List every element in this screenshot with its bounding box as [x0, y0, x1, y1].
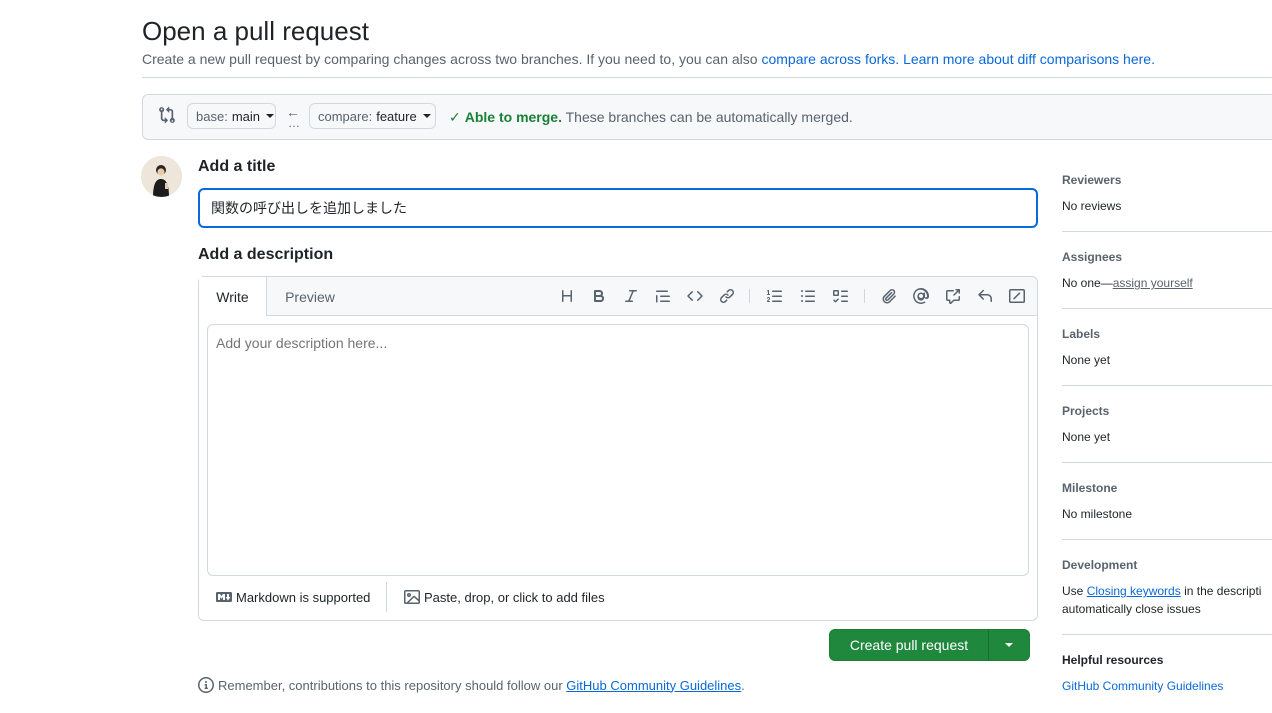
quote-icon[interactable]: [653, 286, 673, 306]
title-label: Add a title: [198, 158, 276, 175]
ellipsis-icon[interactable]: …: [288, 116, 301, 130]
chevron-down-icon: [1005, 643, 1013, 647]
tab-preview[interactable]: Preview: [270, 277, 350, 316]
development-line1: Use Closing keywords in the descripti: [1062, 584, 1261, 598]
cross-reference-icon[interactable]: [943, 286, 963, 306]
attach-files-button[interactable]: Paste, drop, or click to add files: [404, 589, 605, 605]
development-line2: automatically close issues: [1062, 602, 1201, 616]
milestone-value: No milestone: [1062, 507, 1133, 521]
labels-heading[interactable]: Labels: [1062, 327, 1100, 341]
attachment-icon[interactable]: [879, 286, 899, 306]
helpful-resources-list: GitHub Community Guidelines: [1062, 679, 1223, 693]
closing-keywords-link[interactable]: Closing keywords: [1087, 584, 1181, 598]
assignees-none: No one—: [1062, 276, 1113, 290]
reviewers-heading[interactable]: Reviewers: [1062, 173, 1121, 187]
task-list-icon[interactable]: [830, 286, 850, 306]
learn-more-link[interactable]: Learn more about diff comparisons here.: [903, 51, 1155, 67]
description-label: Add a description: [198, 246, 334, 263]
merge-detail-text: These branches can be automatically merg…: [565, 109, 853, 125]
code-icon[interactable]: [685, 286, 705, 306]
ordered-list-icon[interactable]: [765, 286, 785, 306]
compare-branch-select[interactable]: compare: feature: [309, 103, 436, 129]
italic-icon[interactable]: [621, 286, 641, 306]
base-branch-select[interactable]: base: main: [187, 103, 276, 129]
image-icon: [404, 590, 420, 604]
markdown-note: Markdown is supported: [236, 589, 371, 605]
compare-prefix: compare:: [318, 108, 373, 124]
projects-value: None yet: [1062, 430, 1111, 444]
sidebar-divider: [1062, 231, 1272, 232]
git-compare-icon: [158, 106, 176, 124]
merge-status: ✓ Able to merge. These branches can be au…: [449, 107, 853, 127]
saved-reply-icon[interactable]: [975, 286, 995, 306]
assignees-heading[interactable]: Assignees: [1062, 250, 1122, 264]
base-ref: main: [231, 108, 260, 124]
chevron-down-icon: [422, 114, 431, 118]
link-icon[interactable]: [717, 286, 737, 306]
avatar: [141, 156, 182, 197]
heading-icon[interactable]: [557, 286, 577, 306]
description-textarea[interactable]: [207, 324, 1029, 576]
sidebar-divider: [1062, 385, 1272, 386]
development-prefix: Use: [1062, 584, 1084, 598]
base-prefix: base:: [196, 108, 228, 124]
guidelines-prefix: Remember, contributions to this reposito…: [218, 677, 563, 693]
sidebar-divider: [1062, 308, 1272, 309]
development-suffix: in the descripti: [1184, 584, 1262, 598]
subtitle-text: Create a new pull request by comparing c…: [142, 51, 758, 67]
sidebar-divider: [1062, 634, 1272, 635]
slash-command-icon[interactable]: [1007, 286, 1027, 306]
projects-heading[interactable]: Projects: [1062, 404, 1109, 418]
toolbar-divider: [864, 289, 865, 303]
guidelines-note: Remember, contributions to this reposito…: [198, 677, 745, 693]
page-title: Open a pull request: [142, 16, 369, 46]
page-subtitle: Create a new pull request by comparing c…: [142, 49, 1155, 69]
unordered-list-icon[interactable]: [798, 286, 818, 306]
footer-divider: [386, 582, 387, 612]
milestone-heading[interactable]: Milestone: [1062, 481, 1117, 495]
tab-write[interactable]: Write: [199, 277, 267, 316]
compare-forks-link[interactable]: compare across forks.: [761, 51, 899, 67]
assign-yourself-link[interactable]: assign yourself: [1113, 276, 1193, 290]
sidebar-divider: [1062, 462, 1272, 463]
bold-icon[interactable]: [589, 286, 609, 306]
chevron-down-icon: [266, 114, 274, 118]
header-divider: [142, 77, 1272, 78]
title-input[interactable]: [198, 188, 1038, 228]
markdown-icon: [216, 592, 232, 602]
info-icon: [198, 677, 214, 693]
mention-icon[interactable]: [911, 286, 931, 306]
community-guidelines-link[interactable]: GitHub Community Guidelines: [566, 678, 741, 693]
create-options-dropdown[interactable]: [988, 629, 1030, 661]
reviewers-value: No reviews: [1062, 199, 1122, 213]
sidebar-guidelines-link[interactable]: GitHub Community Guidelines: [1062, 679, 1223, 693]
assignees-value: No one—assign yourself: [1062, 276, 1193, 290]
compare-ref: feature: [376, 108, 417, 124]
merge-ok-text: Able to merge.: [464, 109, 562, 125]
guidelines-suffix: .: [741, 677, 745, 693]
attach-note: Paste, drop, or click to add files: [424, 589, 605, 605]
helpful-resources-heading: Helpful resources: [1062, 653, 1164, 667]
sidebar-divider: [1062, 539, 1272, 540]
check-icon: ✓: [449, 109, 461, 125]
toolbar-divider: [749, 289, 750, 303]
development-heading: Development: [1062, 558, 1138, 572]
create-pull-request-button[interactable]: Create pull request: [829, 629, 989, 661]
labels-value: None yet: [1062, 353, 1111, 367]
markdown-supported-link[interactable]: Markdown is supported: [216, 589, 370, 605]
